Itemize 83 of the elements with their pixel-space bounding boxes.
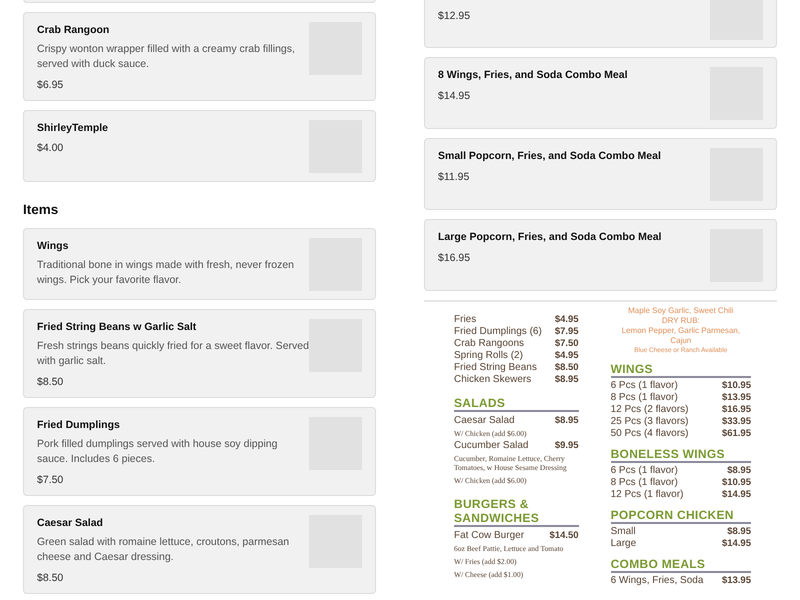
flavor-list: Maple Soy Garlic, Sweet Chili [610, 306, 751, 316]
menu-category-heading: WINGS [610, 363, 751, 378]
menu-item-name: Wings [37, 239, 70, 253]
item-price: $8.50 [37, 571, 64, 585]
dish-price: $13.95 [722, 392, 751, 404]
menu-item-name: Small Popcorn, Fries, and Soda Combo Meal [438, 149, 662, 163]
dish-price: $8.95 [554, 374, 579, 386]
menu-item-card[interactable]: Crab Rangoon Crispy wonton wrapper filled with a creamy crab fillings, served with duck sauce. $6.95 [23, 12, 376, 101]
dish-name: Fat Cow Burger [454, 530, 524, 542]
dish-name: Spring Rolls (2) [454, 350, 523, 362]
dish-price: $8.95 [727, 526, 751, 538]
menu-item-name: Fried String Beans w Garlic Salt [37, 320, 198, 334]
menu-category-heading: BURGERS & SANDWICHES [454, 497, 579, 527]
menu-category-heading: BONELESS WINGS [610, 448, 751, 463]
dish-price: $16.95 [722, 404, 751, 416]
dish-price: $14.50 [550, 530, 579, 542]
dish-name: Fried String Beans [454, 362, 537, 374]
menu-category-heading: SALADS [454, 396, 579, 412]
dish-price: $4.95 [554, 314, 579, 326]
item-price: $14.95 [438, 89, 472, 103]
menu-item-card[interactable]: 8 Wings, Fries, and Soda Combo Meal $14.95 [424, 57, 777, 129]
menu-item-name: Large Popcorn, Fries, and Soda Combo Meal [438, 230, 662, 244]
menu-item-name: 8 Wings, Fries, and Soda Combo Meal [438, 68, 629, 82]
menu-item-card[interactable]: Small Popcorn, Fries, and Soda Combo Meal $11.95 [424, 138, 777, 210]
dish-name: Chicken Skewers [454, 374, 532, 386]
menu-item-card[interactable]: Wings Traditional bone in wings made with fresh, never frozen wings. Pick your favorite flavor. [23, 228, 376, 300]
item-price: $11.95 [438, 170, 470, 184]
dish-price: $33.95 [722, 416, 751, 428]
dish-price: $8.95 [727, 465, 751, 477]
dish-name: Fried Dumplings (6) [454, 326, 542, 338]
dish-name: 6 Pcs (1 flavor) [610, 465, 678, 477]
dish-name: 6 Pcs (1 flavor) [610, 380, 678, 392]
menu-category-heading: COMBO MEALS [610, 558, 751, 573]
dish-price: $10.95 [722, 380, 751, 392]
dish-name: 50 Pcs (4 flavors) [610, 428, 688, 440]
dish-name: Small [610, 526, 636, 538]
dish-name: Crab Rangoons [454, 338, 524, 350]
item-price: $8.50 [37, 375, 64, 389]
dish-price: $7.50 [554, 338, 579, 350]
dish-name: Caesar Salad [454, 415, 515, 427]
dish-name: 12 Pcs (2 flavors) [610, 404, 688, 416]
dish-name: 8 Pcs (1 flavor) [610, 477, 678, 489]
dish-price: $4.95 [554, 350, 579, 362]
item-price: $7.50 [37, 473, 64, 487]
dish-price: $13.95 [722, 575, 751, 587]
item-price: $6.95 [37, 78, 64, 92]
flavor-list: Lemon Pepper, Garlic Parmesan, Cajun [610, 326, 751, 346]
menu-item-name: Crab Rangoon [37, 23, 110, 37]
menu-item-card[interactable]: Caesar Salad Green salad with romaine lettuce, croutons, parmesan cheese and Caesar dressing. $8.50 [23, 505, 376, 594]
menu-item-card[interactable]: ShirleyTemple $4.00 [23, 110, 376, 182]
menu-item-name: ShirleyTemple [37, 121, 109, 135]
dish-price: $8.50 [554, 362, 579, 374]
dish-name: 25 Pcs (3 flavors) [610, 416, 688, 428]
menu-item-description: Traditional bone in wings made with fresh, never frozen wings. Pick your favorite flavor. [37, 258, 295, 288]
dish-name: 12 Pcs (1 flavor) [610, 489, 684, 501]
section-heading: Items [23, 201, 60, 219]
menu-category-heading: POPCORN CHICKEN [610, 509, 751, 524]
menu-item-card[interactable]: Fried String Beans w Garlic Salt Fresh strings beans quickly fried for a sweet flavor. Served with garlic salt. $8.50 [23, 309, 376, 398]
dish-price: $9.95 [554, 440, 579, 452]
dish-price: $7.95 [554, 326, 579, 338]
dish-name: 8 Pcs (1 flavor) [610, 392, 678, 404]
menu-item-description: Pork filled dumplings served with house soy dipping sauce. Includes 6 pieces. [37, 437, 278, 467]
menu-item-name: Caesar Salad [37, 516, 104, 530]
menu-item-description: Crispy wonton wrapper filled with a creamy crab fillings, served with duck sauce. [37, 42, 296, 72]
item-price: $12.95 [438, 9, 472, 23]
dish-name: Large [610, 538, 636, 550]
dish-price: $14.95 [722, 489, 751, 501]
item-price: $4.00 [37, 141, 64, 155]
menu-item-card[interactable]: $12.95 [424, 0, 777, 48]
menu-item-description: Green salad with romaine lettuce, croutons, parmesan cheese and Caesar dressing. [37, 535, 290, 565]
dish-name: 6 Wings, Fries, Soda [610, 575, 704, 587]
dish-price: $10.95 [722, 477, 751, 489]
dish-price: $14.95 [722, 538, 751, 550]
item-price: $16.95 [438, 251, 472, 265]
dish-name: Cucumber Salad [454, 440, 528, 452]
menu-item-name: Fried Dumplings [37, 418, 121, 432]
menu-item-card[interactable]: Fried Dumplings Pork filled dumplings served with house soy dipping sauce. Includes 6 pieces. $7.50 [23, 407, 376, 496]
dish-price: $61.95 [722, 428, 751, 440]
menu-item-description: Fresh strings beans quickly fried for a sweet flavor. Served with garlic salt. [37, 339, 309, 369]
dish-price: $8.95 [554, 415, 579, 427]
menu-item-card[interactable]: Large Popcorn, Fries, and Soda Combo Meal $16.95 [424, 219, 777, 291]
dish-name: Fries [454, 314, 476, 326]
flavor-list: DRY RUB: [610, 316, 751, 326]
